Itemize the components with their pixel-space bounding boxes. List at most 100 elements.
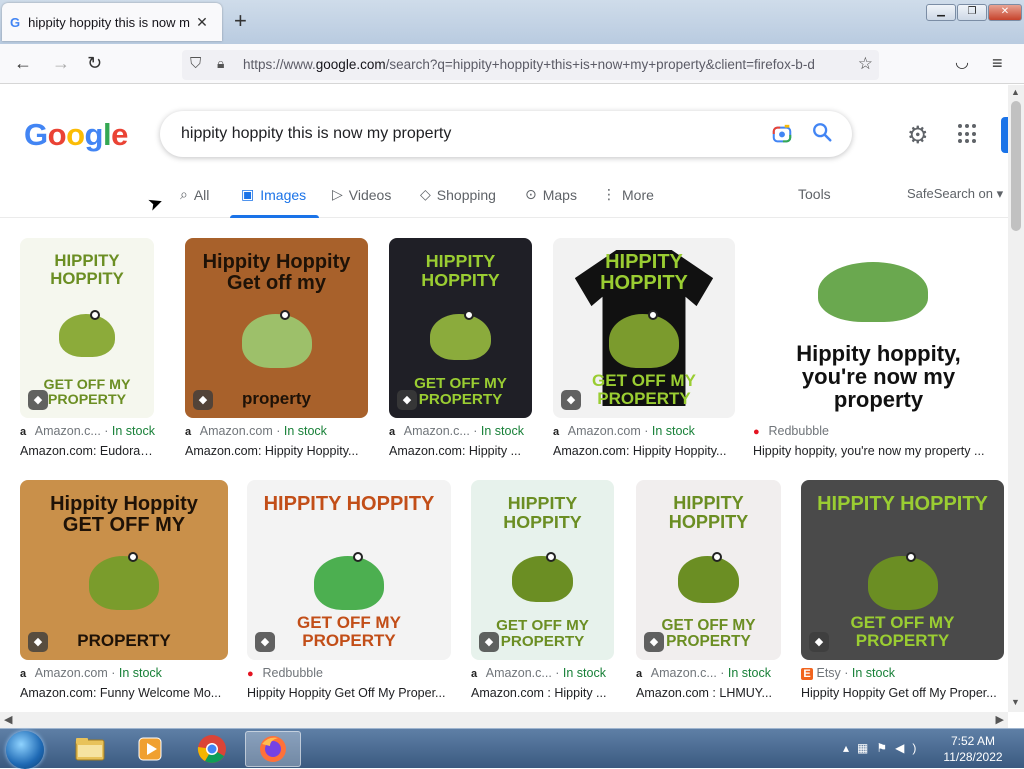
search-icon[interactable] xyxy=(811,121,833,143)
browser-tab[interactable]: G hippity hoppity this is now my p ✕ xyxy=(2,3,222,41)
chrome-taskbar-button[interactable] xyxy=(184,731,240,767)
result-thumbnail[interactable]: HIPPITY HOPPITY GET OFF MY PROPERTY ◆ xyxy=(389,238,532,418)
system-tray[interactable]: ▴▦⚑◀) xyxy=(843,741,924,755)
result-source[interactable]: ● Redbubble xyxy=(753,424,829,438)
result-caption[interactable]: Amazon.com : LHMUY... xyxy=(636,686,781,700)
image-result[interactable]: HIPPITY HOPPITY GET OFF MY PROPERTY ◆ a Ama… xyxy=(471,480,614,710)
bookmark-star-icon[interactable]: ☆ xyxy=(858,54,873,74)
lock-icon[interactable]: 🔒︎ xyxy=(217,55,224,72)
result-caption[interactable]: Amazon.com: Hippity Hoppity... xyxy=(185,444,368,458)
scroll-up-icon[interactable]: ▲ xyxy=(1011,87,1020,97)
image-result[interactable]: HIPPITY HOPPITY GET OFF MY PROPERTY ◆ E Ets… xyxy=(801,480,1004,710)
window-close-button[interactable]: ✕ xyxy=(988,4,1022,21)
minimize-button[interactable]: ▁ xyxy=(926,4,956,21)
result-source[interactable]: a Amazon.com · In stock xyxy=(20,666,162,680)
more-vert-icon: ⋮ xyxy=(602,186,616,202)
result-thumbnail[interactable]: HIPPITY HOPPITY GET OFF MY PROPERTY ◆ xyxy=(247,480,451,660)
google-apps-icon[interactable] xyxy=(958,124,978,144)
volume-icon[interactable]: ◀) xyxy=(895,741,924,755)
result-source[interactable]: a Amazon.com · In stock xyxy=(553,424,695,438)
result-caption[interactable]: Amazon.com: Eudora ... xyxy=(20,444,154,458)
image-result[interactable]: HIPPITY HOPPITY GET OFF MY PROPERTY ◆ a Ama… xyxy=(20,238,155,468)
hamburger-menu-icon[interactable]: ≡ xyxy=(992,52,1003,74)
stock-status: In stock xyxy=(651,424,695,438)
google-logo[interactable]: Google xyxy=(24,117,128,153)
scrollbar-thumb[interactable] xyxy=(1011,101,1021,231)
new-tab-button[interactable]: + xyxy=(234,8,247,34)
taskbar-clock[interactable]: 7:52 AM 11/28/2022 xyxy=(928,733,1018,765)
pocket-icon[interactable]: ◡ xyxy=(955,52,969,74)
action-center-icon[interactable]: ⚑ xyxy=(876,741,895,755)
network-icon[interactable]: ▦ xyxy=(857,741,876,755)
image-result[interactable]: Hippity Hoppity Get off my property ◆ a Ama… xyxy=(185,238,368,468)
result-caption[interactable]: Hippity Hoppity Get Off My Proper... xyxy=(247,686,451,700)
result-thumbnail[interactable]: HIPPITY HOPPITY GET OFF MY PROPERTY ◆ xyxy=(471,480,614,660)
google-favicon-icon: G xyxy=(10,14,21,30)
tab-videos[interactable]: ▷ Videos xyxy=(332,186,391,203)
maximize-button[interactable]: ❐ xyxy=(957,4,987,21)
product-tag-icon: ◆ xyxy=(561,390,581,410)
horizontal-scrollbar[interactable]: ◀ ▶ xyxy=(0,712,1008,728)
scroll-right-icon[interactable]: ▶ xyxy=(996,713,1004,726)
result-caption[interactable]: Hippity Hoppity Get off My Proper... xyxy=(801,686,1004,700)
result-thumbnail[interactable]: HIPPITY HOPPITY GET OFF MY PROPERTY ◆ xyxy=(636,480,781,660)
result-thumbnail[interactable]: Hippity Hoppity GET OFF MY PROPERTY ◆ xyxy=(20,480,228,660)
source-favicon-icon: a xyxy=(471,668,478,680)
explorer-taskbar-button[interactable] xyxy=(62,731,118,767)
source-favicon-icon: a xyxy=(20,668,27,680)
reload-icon[interactable]: ↻ xyxy=(87,52,102,74)
result-source[interactable]: a Amazon.c... · In stock xyxy=(471,666,606,680)
result-source[interactable]: a Amazon.c... · In stock xyxy=(389,424,524,438)
image-result[interactable]: Hippity Hoppity GET OFF MY PROPERTY ◆ a Ama… xyxy=(20,480,228,710)
tab-more[interactable]: ⋮ More xyxy=(602,186,654,203)
tracking-shield-icon[interactable]: ⛉ xyxy=(190,55,201,72)
result-thumbnail[interactable]: Hippity hoppity, you're now my property xyxy=(753,238,1004,418)
stock-status: In stock xyxy=(480,424,524,438)
tab-all[interactable]: ⌕ All xyxy=(180,186,209,203)
tab-shopping[interactable]: ◇ Shopping xyxy=(420,186,496,203)
search-input[interactable]: hippity hoppity this is now my property xyxy=(181,125,451,143)
image-result[interactable]: HIPPITY HOPPITY GET OFF MY PROPERTY ◆ a Ama… xyxy=(636,480,781,710)
product-tag-icon: ◆ xyxy=(255,632,275,652)
tools-button[interactable]: Tools xyxy=(798,186,831,202)
frog-illustration xyxy=(314,551,384,611)
back-arrow-icon[interactable]: ← xyxy=(14,52,32,74)
url-text[interactable]: https://www.google.com/search?q=hippity+… xyxy=(243,57,843,72)
image-result[interactable]: HIPPITY HOPPITY GET OFF MY PROPERTY ◆ ● Red… xyxy=(247,480,451,710)
result-source[interactable]: a Amazon.c... · In stock xyxy=(20,424,155,438)
vertical-scrollbar[interactable]: ▲ ▼ xyxy=(1008,85,1024,712)
address-bar[interactable]: ⛉ 🔒︎ https://www.google.com/search?q=hip… xyxy=(182,50,879,80)
result-caption[interactable]: Amazon.com: Hippity Hoppity... xyxy=(553,444,735,458)
result-thumbnail[interactable]: HIPPITY HOPPITY GET OFF MY PROPERTY ◆ xyxy=(553,238,735,418)
tab-close-icon[interactable]: ✕ xyxy=(196,14,208,31)
frog-eye xyxy=(352,551,363,562)
result-source[interactable]: a Amazon.com · In stock xyxy=(185,424,327,438)
media-player-taskbar-button[interactable] xyxy=(122,731,178,767)
tray-expand-icon[interactable]: ▴ xyxy=(843,741,857,755)
settings-gear-icon[interactable]: ⚙ xyxy=(907,121,929,150)
result-thumbnail[interactable]: Hippity Hoppity Get off my property ◆ xyxy=(185,238,368,418)
image-result[interactable]: Hippity hoppity, you're now my property ●… xyxy=(753,238,1004,468)
forward-arrow-icon[interactable]: → xyxy=(52,52,70,74)
result-source[interactable]: E Etsy · In stock xyxy=(801,666,895,680)
result-thumbnail[interactable]: HIPPITY HOPPITY GET OFF MY PROPERTY ◆ xyxy=(801,480,1004,660)
result-caption[interactable]: Amazon.com: Hippity ... xyxy=(389,444,532,458)
scroll-down-icon[interactable]: ▼ xyxy=(1011,697,1020,707)
tab-title: hippity hoppity this is now my p xyxy=(28,14,191,30)
firefox-taskbar-button[interactable] xyxy=(245,731,301,767)
search-box[interactable]: hippity hoppity this is now my property xyxy=(160,111,852,157)
result-source[interactable]: ● Redbubble xyxy=(247,666,323,680)
tab-maps[interactable]: ⊙ Maps xyxy=(525,186,577,203)
start-button[interactable] xyxy=(6,731,44,769)
result-caption[interactable]: Amazon.com : Hippity ... xyxy=(471,686,614,700)
camera-lens-icon[interactable] xyxy=(771,123,793,145)
result-thumbnail[interactable]: HIPPITY HOPPITY GET OFF MY PROPERTY ◆ xyxy=(20,238,154,418)
tab-images[interactable]: ▣ Images xyxy=(241,186,306,203)
image-result[interactable]: HIPPITY HOPPITY GET OFF MY PROPERTY ◆ a Ama… xyxy=(389,238,532,468)
scroll-left-icon[interactable]: ◀ xyxy=(4,713,12,726)
result-caption[interactable]: Hippity hoppity, you're now my property … xyxy=(753,444,1004,458)
safesearch-toggle[interactable]: SafeSearch on ▾ xyxy=(907,186,1003,202)
result-source[interactable]: a Amazon.c... · In stock xyxy=(636,666,771,680)
result-caption[interactable]: Amazon.com: Funny Welcome Mo... xyxy=(20,686,228,700)
image-result[interactable]: HIPPITY HOPPITY GET OFF MY PROPERTY ◆ a Ama… xyxy=(553,238,735,468)
